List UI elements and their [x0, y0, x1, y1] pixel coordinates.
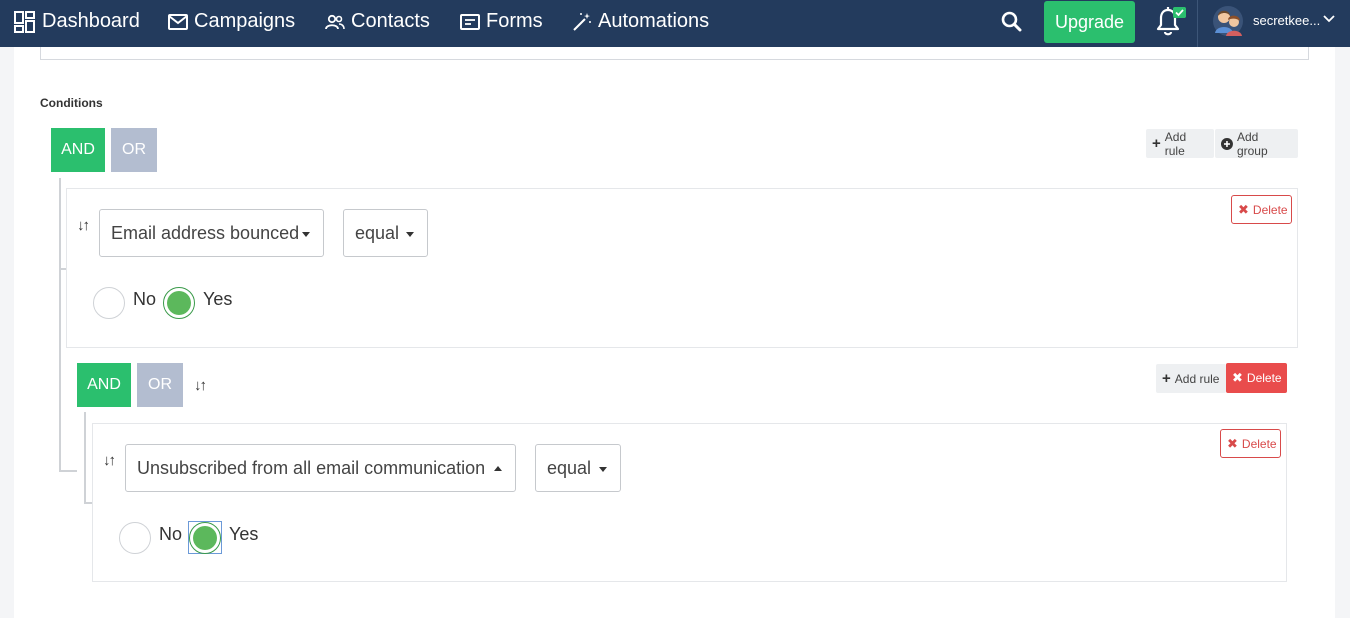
tree-line-branch-2	[59, 470, 77, 472]
caret-down-icon	[302, 232, 310, 237]
nav-dashboard-label: Dashboard	[42, 10, 140, 32]
nav-forms-label: Forms	[486, 10, 543, 32]
rule2-radio-no-label: No	[159, 524, 183, 544]
close-icon: ✖	[1232, 370, 1243, 385]
rule2-radio-no[interactable]	[119, 522, 151, 554]
rule2-operator-select[interactable]: equal	[535, 444, 621, 492]
sort-handle-icon[interactable]: ↓↑	[103, 452, 116, 469]
caret-up-icon	[494, 466, 502, 471]
form-icon	[460, 13, 480, 30]
nav-campaigns-label: Campaigns	[194, 10, 296, 32]
rule1-field-select[interactable]: Email address bounced	[99, 209, 324, 257]
caret-down-icon	[406, 232, 414, 237]
upgrade-button[interactable]: Upgrade	[1044, 1, 1135, 43]
root-add-group-label: Add group	[1236, 129, 1268, 158]
rule1-radio-no[interactable]	[93, 287, 125, 319]
search-icon[interactable]	[1001, 11, 1022, 32]
user-name[interactable]: secretkee...	[1253, 13, 1320, 28]
rule2-radio-yes[interactable]	[189, 522, 221, 554]
rule2-radio-yes-label: Yes	[229, 524, 259, 544]
nav-contacts[interactable]: Contacts	[325, 0, 430, 43]
nav-automations-label: Automations	[598, 10, 710, 32]
tree-line-group2	[84, 412, 86, 504]
nav-divider	[1197, 0, 1198, 47]
rule2-delete-button[interactable]: ✖ Delete	[1220, 429, 1281, 458]
magic-wand-icon	[573, 12, 591, 31]
nav-automations[interactable]: Automations	[572, 0, 709, 43]
rule2-delete-label: Delete	[1241, 436, 1277, 451]
root-add-group-button[interactable]: Add group	[1215, 129, 1298, 158]
group2-add-rule-label: Add rule	[1174, 371, 1220, 386]
dashboard-icon	[14, 10, 35, 33]
rule1-radio-yes[interactable]	[163, 287, 195, 319]
group2-add-rule-button[interactable]: + Add rule	[1156, 364, 1226, 393]
previous-section-box	[40, 47, 1309, 60]
root-or-button[interactable]: OR	[111, 128, 157, 172]
envelope-icon	[168, 13, 188, 30]
sort-handle-icon[interactable]: ↓↑	[77, 217, 90, 234]
rule2-field-value: Unsubscribed from all email communicatio…	[137, 457, 486, 478]
users-icon	[325, 14, 345, 29]
group2-sort-handle-icon[interactable]: ↓↑	[194, 377, 207, 394]
notification-check-icon	[1173, 7, 1186, 18]
rule1-radio-yes-label: Yes	[203, 289, 233, 309]
top-navbar: Dashboard Campaigns Contacts Forms Autom…	[0, 0, 1350, 47]
rule1-operator-value: equal	[355, 222, 400, 243]
group2-or-button[interactable]: OR	[137, 363, 183, 407]
nav-forms[interactable]: Forms	[460, 0, 543, 43]
rule1-delete-button[interactable]: ✖ Delete	[1231, 195, 1292, 224]
caret-down-icon	[599, 467, 607, 472]
close-icon: ✖	[1238, 201, 1249, 217]
root-and-button[interactable]: AND	[51, 128, 105, 172]
root-add-rule-label: Add rule	[1164, 129, 1187, 158]
nav-dashboard[interactable]: Dashboard	[14, 0, 140, 43]
avatar[interactable]	[1213, 5, 1243, 37]
group2-delete-button[interactable]: ✖ Delete	[1226, 363, 1287, 393]
chevron-down-icon[interactable]	[1323, 15, 1335, 23]
group2-and-button[interactable]: AND	[77, 363, 131, 407]
rule2-operator-value: equal	[547, 457, 592, 478]
tree-line-root	[59, 178, 61, 472]
close-icon: ✖	[1227, 435, 1238, 451]
rule1-operator-select[interactable]: equal	[343, 209, 428, 257]
plus-icon: +	[1162, 370, 1171, 387]
plus-circle-icon	[1221, 137, 1233, 150]
plus-icon: +	[1152, 135, 1161, 152]
root-add-rule-button[interactable]: + Add rule	[1146, 129, 1214, 158]
rule2-field-select[interactable]: Unsubscribed from all email communicatio…	[125, 444, 516, 492]
rule1-radio-no-label: No	[133, 289, 157, 309]
conditions-label: Conditions	[40, 96, 103, 110]
rule1-field-value: Email address bounced	[111, 222, 300, 243]
nav-campaigns[interactable]: Campaigns	[168, 0, 295, 43]
nav-contacts-label: Contacts	[351, 10, 430, 32]
rule1-delete-label: Delete	[1252, 202, 1288, 217]
group2-delete-label: Delete	[1246, 371, 1282, 385]
